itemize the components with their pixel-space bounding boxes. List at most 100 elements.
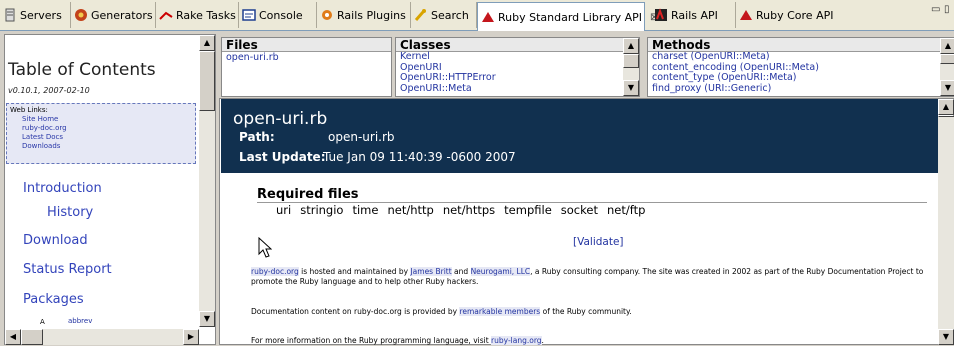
- scroll-up-icon[interactable]: ▲: [938, 99, 954, 115]
- nav-download[interactable]: Download: [23, 233, 88, 248]
- methods-frame: Methods charset (OpenURI::Meta) content_…: [647, 37, 954, 97]
- tab-rake-tasks[interactable]: Rake Tasks: [156, 2, 239, 28]
- scroll-thumb[interactable]: [21, 329, 43, 345]
- minimize-icon[interactable]: ▭: [931, 4, 940, 15]
- required-file: net/ftp: [606, 203, 646, 217]
- link-james-britt[interactable]: James Britt: [410, 267, 452, 276]
- text: For more information on the Ruby program…: [251, 336, 492, 345]
- text: of the Ruby community.: [540, 307, 632, 316]
- link-latest-docs[interactable]: Latest Docs: [10, 133, 192, 142]
- class-openuri-httperror[interactable]: OpenURI::HTTPError: [396, 72, 639, 84]
- tab-label: Generators: [91, 8, 153, 22]
- rake-icon: [159, 8, 173, 22]
- tab-search[interactable]: Search: [411, 2, 477, 28]
- method-find-proxy[interactable]: find_proxy (URI::Generic): [648, 83, 953, 95]
- link-ruby-lang[interactable]: ruby-lang.org: [491, 336, 542, 345]
- mouse-cursor-icon: [258, 237, 272, 258]
- package-letter: A: [40, 318, 45, 326]
- scroll-left-icon[interactable]: ◀: [5, 329, 21, 345]
- server-icon: [3, 8, 17, 22]
- tab-rails-api[interactable]: Rails API: [651, 2, 736, 28]
- tab-label: Search: [431, 8, 469, 22]
- tab-label: Ruby Core API: [756, 8, 834, 22]
- nav-introduction[interactable]: Introduction: [23, 181, 102, 196]
- scroll-thumb[interactable]: [938, 115, 954, 117]
- scroll-thumb[interactable]: [623, 54, 639, 68]
- scroll-down-icon[interactable]: ▼: [623, 80, 639, 96]
- class-kernel[interactable]: Kernel: [396, 51, 639, 63]
- nav-history[interactable]: History: [47, 205, 93, 220]
- scroll-down-icon[interactable]: ▼: [940, 80, 954, 96]
- tab-generators[interactable]: Generators: [71, 2, 156, 28]
- nav-packages[interactable]: Packages: [23, 292, 84, 307]
- tab-label: Rake Tasks: [176, 8, 236, 22]
- text: is hosted and maintained by: [298, 267, 411, 276]
- required-files-title: Required files: [257, 187, 359, 202]
- classes-scrollbar[interactable]: ▲ ▼: [623, 38, 639, 96]
- doc-title: open-uri.rb: [233, 109, 328, 129]
- path-value: open-uri.rb: [328, 130, 395, 144]
- link-neurogami[interactable]: Neurogami, LLC: [470, 267, 531, 276]
- methods-scrollbar[interactable]: ▲ ▼: [940, 38, 954, 96]
- editor-tab-bar: Servers Generators Rake Tasks Console Ra…: [0, 0, 954, 31]
- method-content-type[interactable]: content_type (OpenURI::Meta): [648, 72, 953, 84]
- footer-paragraph-1: ruby-doc.org is hosted and maintained by…: [251, 267, 931, 287]
- required-file: socket: [560, 203, 598, 217]
- toc-horizontal-scrollbar[interactable]: ◀ ▶: [5, 329, 199, 345]
- package-item-abbrev[interactable]: abbrev: [68, 317, 92, 325]
- maximize-icon[interactable]: ▯: [944, 4, 950, 15]
- method-charset[interactable]: charset (OpenURI::Meta): [648, 51, 953, 63]
- tab-ruby-core-api[interactable]: Ruby Core API: [736, 2, 833, 28]
- generators-icon: [74, 8, 88, 22]
- scroll-thumb[interactable]: [940, 54, 954, 64]
- footer-paragraph-2: Documentation content on ruby-doc.org is…: [251, 307, 931, 317]
- required-file: net/http: [387, 203, 434, 217]
- doc-vertical-scrollbar[interactable]: ▲ ▼: [938, 99, 954, 345]
- classes-frame: Classes Kernel OpenURI OpenURI::HTTPErro…: [395, 37, 640, 97]
- scroll-down-icon[interactable]: ▼: [199, 311, 215, 327]
- required-file: uri: [276, 203, 292, 217]
- required-file: stringio: [300, 203, 344, 217]
- required-file: time: [352, 203, 379, 217]
- validate-link[interactable]: [Validate]: [573, 236, 624, 248]
- link-ruby-doc[interactable]: ruby-doc.org: [10, 124, 192, 133]
- tab-rails-plugins[interactable]: Rails Plugins: [317, 2, 411, 28]
- update-value: Tue Jan 09 11:40:39 -0600 2007: [323, 150, 516, 164]
- tab-ruby-standard-library-api[interactable]: Ruby Standard Library API ⊠: [477, 2, 658, 31]
- plugins-icon: [320, 8, 334, 22]
- tab-label: Rails Plugins: [337, 8, 406, 22]
- web-links-box: Web Links: Site Home ruby-doc.org Latest…: [6, 103, 196, 164]
- rails-icon: [654, 8, 668, 22]
- nav-status-report[interactable]: Status Report: [23, 262, 112, 277]
- required-file: net/https: [442, 203, 496, 217]
- tab-console[interactable]: Console: [239, 2, 317, 28]
- scroll-up-icon[interactable]: ▲: [940, 38, 954, 54]
- scroll-thumb[interactable]: [199, 51, 215, 111]
- tab-label: Ruby Standard Library API: [498, 10, 643, 24]
- files-header: Files: [222, 38, 391, 52]
- text: .: [541, 336, 544, 345]
- link-remarkable-members[interactable]: remarkable members: [459, 307, 541, 316]
- toc-title: Table of Contents: [8, 60, 156, 80]
- scroll-up-icon[interactable]: ▲: [623, 38, 639, 54]
- scroll-right-icon[interactable]: ▶: [183, 329, 199, 345]
- scroll-down-icon[interactable]: ▼: [938, 329, 954, 345]
- console-icon: [242, 8, 256, 22]
- search-icon: [414, 8, 428, 22]
- class-openuri-meta[interactable]: OpenURI::Meta: [396, 83, 639, 95]
- update-label: Last Update:: [239, 150, 326, 164]
- web-links-label: Web Links:: [10, 106, 48, 114]
- file-open-uri[interactable]: open-uri.rb: [222, 52, 391, 64]
- ruby-icon: [481, 10, 495, 24]
- path-label: Path:: [239, 130, 275, 144]
- link-downloads[interactable]: Downloads: [10, 142, 192, 151]
- toc-vertical-scrollbar[interactable]: ▲ ▼: [199, 35, 215, 327]
- toc-version: v0.10.1, 2007-02-10: [8, 86, 90, 95]
- scroll-up-icon[interactable]: ▲: [199, 35, 215, 51]
- tab-servers[interactable]: Servers: [0, 2, 71, 28]
- link-ruby-doc-org[interactable]: ruby-doc.org: [251, 267, 299, 276]
- ruby-icon: [739, 8, 753, 22]
- tab-label: Servers: [20, 8, 62, 22]
- link-site-home[interactable]: Site Home: [10, 115, 192, 124]
- doc-banner: open-uri.rb Path: open-uri.rb Last Updat…: [221, 99, 939, 173]
